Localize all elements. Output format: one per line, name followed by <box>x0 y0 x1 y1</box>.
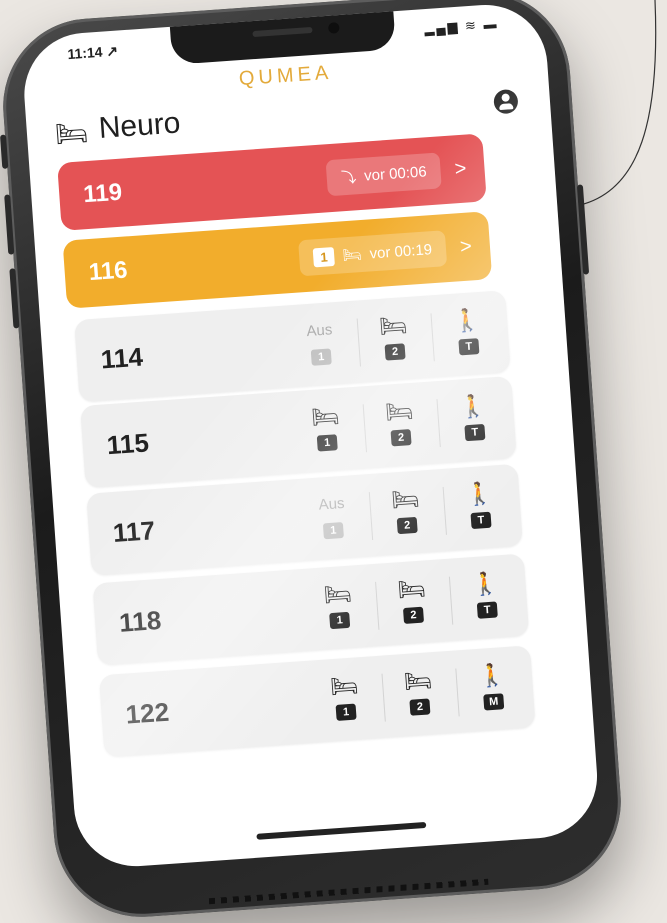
status-icons: ▂▄▆ ≋ ▬ <box>423 15 499 37</box>
earpiece <box>252 26 313 38</box>
room-number: 117 <box>111 515 156 549</box>
sensor-cell-1[interactable]: 🛏 1 <box>289 400 365 461</box>
phone-screen: 11:14 ↗ ▂▄▆ ≋ ▬ QUMEA 🛏 Neuro 119 ⤵ vor 00… <box>20 0 602 871</box>
sensor-tag: 2 <box>409 698 431 716</box>
sensor-tag: 1 <box>322 522 344 540</box>
sensor-off-label: Aus <box>305 321 333 341</box>
walking-icon: 🚶 <box>470 570 501 598</box>
sensor-tag: 1 <box>329 611 351 630</box>
fall-icon: ⤵ <box>340 168 357 187</box>
page-title: Neuro <box>97 106 182 146</box>
alert-room-number: 116 <box>87 256 129 287</box>
bottom-speaker <box>208 878 489 905</box>
sensor-tag: T <box>476 601 498 619</box>
alert-time-text: vor 00:06 <box>363 162 428 185</box>
room-number: 122 <box>124 696 171 730</box>
chevron-right-icon: > <box>453 157 468 180</box>
sensor-tag: 2 <box>384 343 406 361</box>
sensor-cell-2[interactable]: 🛏 2 <box>362 395 438 456</box>
bed-icon: 🛏 <box>403 667 433 695</box>
sensor-tag: T <box>458 338 480 356</box>
volume-down-button <box>9 268 20 329</box>
sensor-cell-3[interactable]: 🚶 T <box>430 304 506 365</box>
sensor-cell-1[interactable]: 🛏 1 <box>307 670 383 731</box>
home-indicator[interactable] <box>256 821 427 840</box>
sensor-tag: 2 <box>390 429 412 447</box>
sensor-tag: T <box>464 423 486 442</box>
alert-count-badge: 1 <box>312 246 336 267</box>
alert-room-number: 119 <box>82 178 123 209</box>
bed-exit-icon: 🛏 <box>329 672 360 700</box>
sensor-cell-2[interactable]: 🛏 2 <box>369 483 445 544</box>
room-number: 118 <box>118 604 163 638</box>
sensor-tag: 1 <box>310 348 332 366</box>
bed-icon: 🛏 <box>54 116 90 150</box>
notch <box>169 9 396 65</box>
bed-alert-icon: 🛏 <box>310 403 341 430</box>
walking-icon: 🚶 <box>464 480 494 508</box>
room-row-122[interactable]: 122 🛏 1 🛏 2 🚶 M <box>98 645 536 758</box>
bed-icon: 🛏 <box>378 312 409 339</box>
sensor-tag: 1 <box>316 434 338 452</box>
sensor-cell-3[interactable]: 🚶 T <box>436 390 512 451</box>
sensor-cell-1[interactable]: Aus 1 <box>295 488 371 549</box>
walking-icon: 🚶 <box>458 392 488 420</box>
bed-icon: 🛏 <box>390 485 421 513</box>
room-number: 114 <box>99 341 144 375</box>
sensor-cell-3[interactable]: 🚶 M <box>455 660 531 721</box>
walking-icon: 🚶 <box>452 306 482 334</box>
sensor-cell-3[interactable]: 🚶 T <box>449 568 525 629</box>
alert-event-pill: 1 🛏 vor 00:19 <box>298 230 448 277</box>
alert-event-pill: ⤵ vor 00:06 <box>325 152 442 197</box>
room-number: 115 <box>105 427 150 461</box>
sensor-cell-2[interactable]: 🛏 2 <box>356 310 432 371</box>
sensor-cell-2[interactable]: 🛏 2 <box>381 665 457 726</box>
status-time: 11:14 ↗ <box>66 42 119 63</box>
user-icon[interactable] <box>493 88 519 115</box>
walking-icon: 🚶 <box>477 662 507 689</box>
sensor-tag: T <box>470 511 492 530</box>
sensor-tag: 2 <box>396 516 418 535</box>
alert-time-text: vor 00:19 <box>369 240 433 262</box>
volume-up-button <box>4 194 15 255</box>
sensor-cell-2[interactable]: 🛏 2 <box>375 573 451 634</box>
bed-icon: 🛏 <box>323 580 353 608</box>
bed-icon: 🛏 <box>384 397 415 425</box>
sensor-off-label: Aus <box>318 494 346 514</box>
sit-up-bed-icon: 🛏 <box>342 246 363 265</box>
sensor-cell-3[interactable]: 🚶 T <box>442 478 518 539</box>
bed-icon: 🛏 <box>396 575 427 603</box>
chevron-right-icon: > <box>459 234 473 258</box>
sensor-tag: 1 <box>335 703 357 721</box>
sensor-tag: 2 <box>402 606 425 624</box>
sensor-tag: M <box>483 693 505 711</box>
front-camera <box>327 22 340 34</box>
sensor-cell-1[interactable]: Aus 1 <box>283 315 359 376</box>
sensor-cell-1[interactable]: 🛏 1 <box>301 578 377 639</box>
mute-switch <box>0 134 9 169</box>
phone-frame: 11:14 ↗ ▂▄▆ ≋ ▬ QUMEA 🛏 Neuro 119 ⤵ vor 00… <box>0 0 627 923</box>
power-button <box>576 184 590 275</box>
